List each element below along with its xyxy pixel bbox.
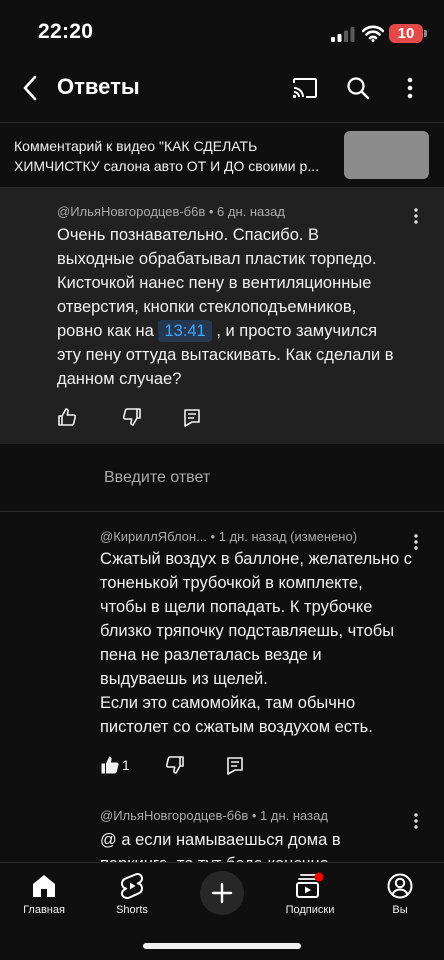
highlighted-comment: @ИльяНовгородцев-б6в • 6 дн. назад Очень… [0,188,444,444]
cellular-signal-icon [331,27,355,42]
reply-comment-icon [227,756,243,775]
reply-input-bar [0,444,444,512]
more-vertical-icon [414,813,418,829]
nav-home[interactable]: Главная [4,871,84,923]
nav-home-label: Главная [23,904,65,916]
more-options-button[interactable] [396,74,424,102]
more-vertical-icon [407,77,413,99]
subscriptions-icon [296,872,324,898]
wifi-icon [362,25,384,42]
timestamp-link[interactable]: 13:41 [158,320,212,342]
battery-level: 10 [397,25,415,42]
shorts-icon [121,873,143,899]
cast-button[interactable] [291,74,319,102]
more-vertical-icon [414,534,418,550]
battery-tip [424,30,427,37]
search-icon [347,77,370,100]
nav-subscriptions[interactable]: Подписки [270,871,350,923]
status-bar: 22:20 10 [0,0,444,62]
back-button[interactable] [16,74,44,102]
app-header: Ответы [0,62,444,114]
nav-subscriptions-label: Подписки [285,904,335,916]
home-icon [33,875,55,897]
nav-you[interactable]: Вы [360,871,440,923]
create-button[interactable] [200,871,244,915]
reply-comment-icon [184,408,200,427]
reply-button[interactable] [224,754,246,776]
thumbs-up-icon [58,408,77,426]
video-reference-line1: Комментарий к видео "КАК СДЕЛАТЬ [14,138,258,154]
reply-input[interactable] [90,458,410,498]
video-reference-text: Комментарий к видео "КАК СДЕЛАТЬ ХИМЧИСТ… [14,136,339,176]
more-vertical-icon [414,208,418,224]
reply-text: Сжатый воздух в баллоне, желательно с то… [100,550,412,736]
status-time: 22:20 [38,20,94,43]
reply-meta: @КириллЯблон... • 1 дн. назад (изменено) [100,529,358,544]
reply-meta: @ИльяНовгородцев-б6в • 1 дн. назад [100,808,328,823]
account-circle-icon [387,873,413,899]
page-title: Ответы [57,74,140,99]
search-button[interactable] [344,74,372,102]
nav-you-label: Вы [392,904,408,916]
like-button[interactable] [56,406,78,428]
thumbs-down-icon [165,756,184,774]
battery-icon: 10 [389,24,423,43]
like-count: 1 [122,757,130,773]
thumbs-up-filled-icon [101,756,119,774]
dislike-button[interactable] [164,754,186,776]
thumbs-down-icon [122,408,141,426]
cast-icon [292,78,317,99]
home-indicator [143,943,301,949]
plus-icon [211,882,233,904]
comment-text: Очень познавательно. Спасибо. В выходные… [57,223,397,391]
video-reference[interactable]: Комментарий к видео "КАК СДЕЛАТЬ ХИМЧИСТ… [0,122,444,188]
reply-button[interactable] [181,406,203,428]
video-reference-line2: ХИМЧИСТКУ салона авто ОТ И ДО своими р..… [14,158,319,174]
comment-meta: @ИльяНовгородцев-б6в • 6 дн. назад [57,204,285,219]
comment-menu-button[interactable] [406,204,426,228]
like-button[interactable] [99,754,121,776]
nav-shorts-label: Shorts [116,904,148,916]
video-thumbnail[interactable] [344,131,429,179]
nav-shorts[interactable]: Shorts [92,871,172,923]
dislike-button[interactable] [121,406,143,428]
chevron-left-icon [23,75,37,101]
